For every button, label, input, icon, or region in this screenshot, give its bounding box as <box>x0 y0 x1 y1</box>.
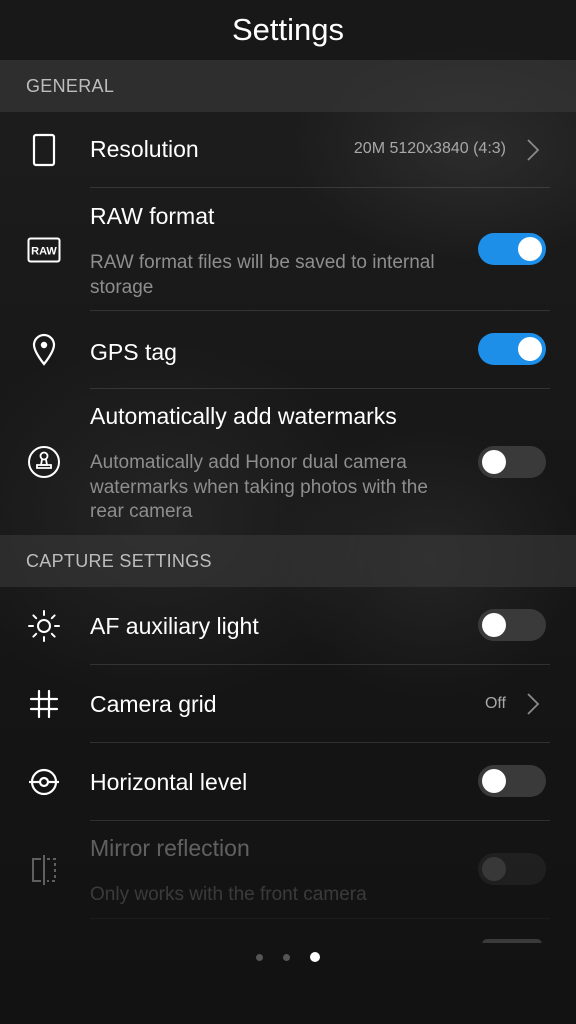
section-header-general: GENERAL <box>0 60 576 112</box>
setting-watermarks[interactable]: Automatically add watermarks Automatical… <box>0 389 576 535</box>
setting-next-partial <box>0 919 576 943</box>
resolution-label: Resolution <box>90 136 199 162</box>
location-pin-icon <box>26 332 62 368</box>
raw-format-label: RAW format <box>90 203 215 229</box>
partial-toggle <box>482 939 542 943</box>
gps-tag-label: GPS tag <box>90 339 177 365</box>
raw-format-description: RAW format files will be saved to intern… <box>90 252 435 298</box>
camera-grid-value: Off <box>484 695 506 712</box>
toggle-knob <box>518 237 542 261</box>
setting-camera-grid[interactable]: Camera grid Off <box>0 665 576 743</box>
setting-af-auxiliary-light[interactable]: AF auxiliary light <box>0 587 576 665</box>
raw-icon-label: RAW <box>31 246 57 258</box>
mirror-icon <box>26 852 62 888</box>
gps-tag-toggle[interactable] <box>478 333 546 365</box>
page-indicator <box>0 951 576 963</box>
horizontal-level-toggle[interactable] <box>478 765 546 797</box>
watermarks-label: Automatically add watermarks <box>90 403 397 429</box>
toggle-knob <box>482 450 506 474</box>
toggle-knob <box>482 857 506 881</box>
raw-format-toggle[interactable] <box>478 233 546 265</box>
stamp-icon <box>26 444 62 480</box>
watermarks-toggle[interactable] <box>478 446 546 478</box>
setting-raw-format[interactable]: RAW RAW format RAW format files will be … <box>0 188 576 311</box>
chevron-right-icon <box>527 139 540 161</box>
watermarks-description: Automatically add Honor dual camera wate… <box>90 452 428 522</box>
mirror-reflection-label: Mirror reflection <box>90 835 250 861</box>
phone-outline-icon <box>26 132 62 168</box>
level-icon <box>26 764 62 800</box>
toggle-knob <box>482 769 506 793</box>
sun-icon <box>26 608 62 644</box>
setting-resolution[interactable]: Resolution 20M 5120x3840 (4:3) <box>0 112 576 188</box>
section-header-capture-settings: CAPTURE SETTINGS <box>0 535 576 587</box>
mirror-reflection-description: Only works with the front camera <box>90 884 367 905</box>
page-dot-2[interactable] <box>283 953 290 961</box>
af-auxiliary-light-toggle[interactable] <box>478 609 546 641</box>
resolution-value: 20M 5120x3840 (4:3) <box>353 140 506 157</box>
af-auxiliary-light-label: AF auxiliary light <box>90 613 259 639</box>
toggle-knob <box>482 613 506 637</box>
mirror-reflection-toggle <box>478 853 546 885</box>
raw-icon: RAW <box>26 232 62 268</box>
setting-gps-tag[interactable]: GPS tag <box>0 311 576 389</box>
page-title: Settings <box>0 0 576 60</box>
toggle-knob <box>518 337 542 361</box>
page-dot-3-active[interactable] <box>310 952 320 962</box>
page-dot-1[interactable] <box>256 953 263 961</box>
horizontal-level-label: Horizontal level <box>90 769 248 795</box>
setting-mirror-reflection: Mirror reflection Only works with the fr… <box>0 821 576 919</box>
setting-horizontal-level[interactable]: Horizontal level <box>0 743 576 821</box>
camera-grid-label: Camera grid <box>90 691 217 717</box>
grid-icon <box>26 686 62 722</box>
settings-screen: Settings GENERAL Resolution 20M 5120x384… <box>0 0 576 1024</box>
chevron-right-icon <box>527 693 540 715</box>
